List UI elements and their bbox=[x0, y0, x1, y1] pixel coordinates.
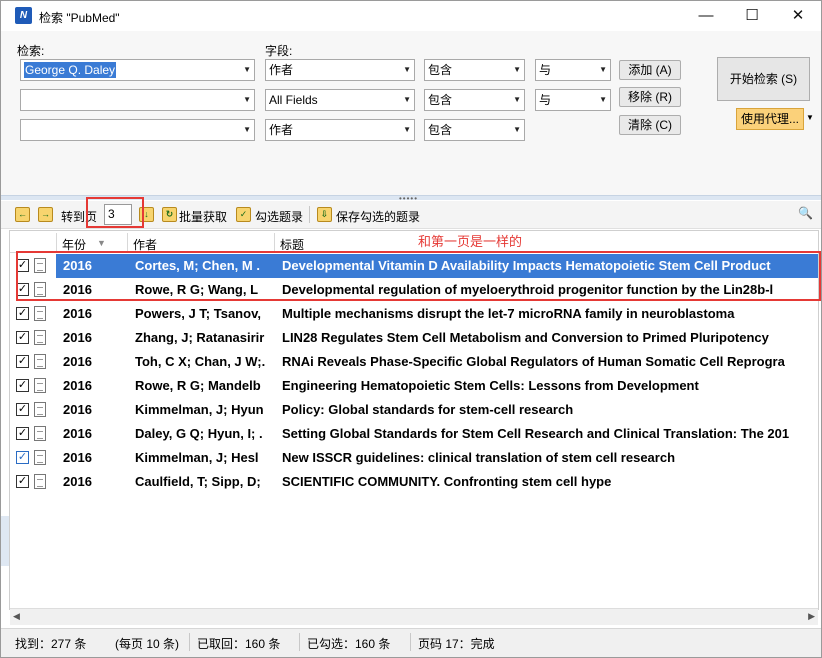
proxy-dropdown-icon[interactable]: ▼ bbox=[806, 113, 814, 122]
status-checked: 已勾选：160 条 bbox=[307, 637, 391, 651]
document-icon bbox=[34, 306, 46, 321]
table-row[interactable]: ✓ 2016 Powers, J T; Tsanov, Multiple mechan… bbox=[10, 302, 818, 326]
row-year: 2016 bbox=[63, 378, 92, 393]
sort-desc-icon[interactable]: ▼ bbox=[97, 238, 106, 248]
search-icon[interactable]: 🔍 bbox=[798, 206, 813, 220]
operator-select-3[interactable]: 包含 ▼ bbox=[424, 119, 525, 141]
check-records-button[interactable]: 勾选题录 bbox=[255, 208, 303, 225]
list-header: 年份 ▼ 作者 标题 bbox=[10, 231, 818, 253]
app-icon: N bbox=[15, 7, 32, 24]
row-checkbox[interactable]: ✓ bbox=[16, 355, 29, 368]
row-author: Toh, C X; Chan, J W;. bbox=[135, 354, 266, 369]
document-icon bbox=[34, 426, 46, 441]
check-records-icon[interactable]: ✓ bbox=[236, 207, 251, 222]
table-row[interactable]: ✓ 2016 Kimmelman, J; Hyun Policy: Global st… bbox=[10, 398, 818, 422]
row-title: Policy: Global standards for stem-cell r… bbox=[282, 402, 574, 417]
table-row[interactable]: ✓ 2016 Caulfield, T; Sipp, D; SCIENTIFIC CO… bbox=[10, 470, 818, 494]
toolbar-divider bbox=[309, 206, 310, 223]
clear-button[interactable]: 清除 (C) bbox=[619, 115, 681, 135]
operator-select-1[interactable]: 包含 ▼ bbox=[424, 59, 525, 81]
table-row[interactable]: ✓ 2016 Toh, C X; Chan, J W;. RNAi Reveals P… bbox=[10, 350, 818, 374]
minimize-button[interactable]: — bbox=[683, 1, 729, 31]
document-icon bbox=[34, 330, 46, 345]
save-checked-button[interactable]: 保存勾选的题录 bbox=[336, 208, 420, 225]
row-title: Setting Global Standards for Stem Cell R… bbox=[282, 426, 790, 441]
status-found: 找到：277 条 bbox=[15, 637, 87, 651]
status-per-page: (每页 10 条) bbox=[115, 637, 180, 651]
table-row[interactable]: ✓ 2016 Daley, G Q; Hyun, I; . Setting Globa… bbox=[10, 422, 818, 446]
next-page-icon[interactable]: → bbox=[38, 207, 53, 222]
row-checkbox[interactable]: ✓ bbox=[16, 427, 29, 440]
logic-select-1[interactable]: 与 ▼ bbox=[535, 59, 611, 81]
row-checkbox[interactable]: ✓ bbox=[16, 403, 29, 416]
search-term-input-3[interactable]: ▼ bbox=[20, 119, 255, 141]
field-select-2[interactable]: All Fields ▼ bbox=[265, 89, 415, 111]
document-icon bbox=[34, 378, 46, 393]
save-checked-icon[interactable]: ⇩ bbox=[317, 207, 332, 222]
search-term-input-2[interactable]: ▼ bbox=[20, 89, 255, 111]
annotation-note: 和第一页是一样的 bbox=[418, 234, 523, 249]
search-term-input-1[interactable]: George Q. Daley ▼ bbox=[20, 59, 255, 81]
maximize-button[interactable]: ☐ bbox=[729, 1, 775, 31]
row-year: 2016 bbox=[63, 306, 92, 321]
operator-select-2[interactable]: 包含 ▼ bbox=[424, 89, 525, 111]
row-title: Multiple mechanisms disrupt the let-7 mi… bbox=[282, 306, 735, 321]
row-year: 2016 bbox=[63, 426, 92, 441]
table-row[interactable]: ✓ 2016 Kimmelman, J; Hesl New ISSCR guideli… bbox=[10, 446, 818, 470]
field-select-3[interactable]: 作者 ▼ bbox=[265, 119, 415, 141]
batch-fetch-button[interactable]: 批量获取 bbox=[179, 208, 227, 225]
table-row[interactable]: ✓ 2016 Rowe, R G; Mandelb Engineering Hemat… bbox=[10, 374, 818, 398]
use-proxy-button[interactable]: 使用代理... bbox=[736, 108, 804, 130]
status-page: 页码 17：完成 bbox=[418, 637, 495, 651]
row-checkbox[interactable]: ✓ bbox=[16, 379, 29, 392]
horizontal-scrollbar[interactable]: ◀ ▶ bbox=[10, 608, 818, 625]
page-highlight-box bbox=[86, 197, 144, 228]
row-title: New ISSCR guidelines: clinical translati… bbox=[282, 450, 676, 465]
row-author: Rowe, R G; Mandelb bbox=[135, 378, 261, 393]
left-edge-panel bbox=[1, 516, 9, 566]
field-label: 字段: bbox=[265, 44, 293, 58]
row-title: SCIENTIFIC COMMUNITY. Confronting stem c… bbox=[282, 474, 612, 489]
row-checkbox[interactable]: ✓ bbox=[16, 475, 29, 488]
window-title: 检索 "PubMed" bbox=[39, 11, 120, 25]
row-title: Engineering Hematopoietic Stem Cells: Le… bbox=[282, 378, 699, 393]
search-window: N 检索 "PubMed" — ☐ ✕ 检索: 字段: George Q. Da… bbox=[0, 0, 822, 658]
row-checkbox[interactable]: ✓ bbox=[16, 331, 29, 344]
start-search-button[interactable]: 开始检索 (S) bbox=[717, 57, 810, 101]
row-checkbox[interactable]: ✓ bbox=[16, 307, 29, 320]
add-button[interactable]: 添加 (A) bbox=[619, 60, 681, 80]
prev-page-icon[interactable]: ← bbox=[15, 207, 30, 222]
row-title: LIN28 Regulates Stem Cell Metabolism and… bbox=[282, 330, 769, 345]
document-icon bbox=[34, 450, 46, 465]
search-panel: 检索: 字段: George Q. Daley ▼ 作者 ▼ 包含 ▼ 与 ▼ 添加 (… bbox=[1, 31, 821, 195]
field-select-1[interactable]: 作者 ▼ bbox=[265, 59, 415, 81]
row-year: 2016 bbox=[63, 330, 92, 345]
table-row[interactable]: ✓ 2016 Zhang, J; Ratanasirir LIN28 Regulate… bbox=[10, 326, 818, 350]
rows-highlight-box bbox=[16, 251, 821, 301]
status-bar: 找到：277 条 (每页 10 条) 已取回：160 条 已勾选：160 条 页… bbox=[1, 628, 821, 657]
batch-fetch-icon[interactable]: ↻ bbox=[162, 207, 177, 222]
row-author: Kimmelman, J; Hyun bbox=[135, 402, 264, 417]
row-year: 2016 bbox=[63, 450, 92, 465]
document-icon bbox=[34, 474, 46, 489]
row-year: 2016 bbox=[63, 474, 92, 489]
row-checkbox[interactable]: ✓ bbox=[16, 451, 29, 464]
row-author: Powers, J T; Tsanov, bbox=[135, 306, 261, 321]
row-title: RNAi Reveals Phase-Specific Global Regul… bbox=[282, 354, 785, 369]
remove-button[interactable]: 移除 (R) bbox=[619, 87, 681, 107]
row-author: Caulfield, T; Sipp, D; bbox=[135, 474, 261, 489]
row-year: 2016 bbox=[63, 354, 92, 369]
document-icon bbox=[34, 354, 46, 369]
row-author: Zhang, J; Ratanasirir bbox=[135, 330, 265, 345]
row-author: Daley, G Q; Hyun, I; . bbox=[135, 426, 263, 441]
search-label: 检索: bbox=[17, 44, 45, 58]
close-button[interactable]: ✕ bbox=[775, 1, 821, 31]
title-bar: N 检索 "PubMed" — ☐ ✕ bbox=[1, 1, 821, 31]
document-icon bbox=[34, 402, 46, 417]
row-year: 2016 bbox=[63, 402, 92, 417]
status-fetched: 已取回：160 条 bbox=[197, 637, 281, 651]
logic-select-2[interactable]: 与 ▼ bbox=[535, 89, 611, 111]
row-author: Kimmelman, J; Hesl bbox=[135, 450, 259, 465]
